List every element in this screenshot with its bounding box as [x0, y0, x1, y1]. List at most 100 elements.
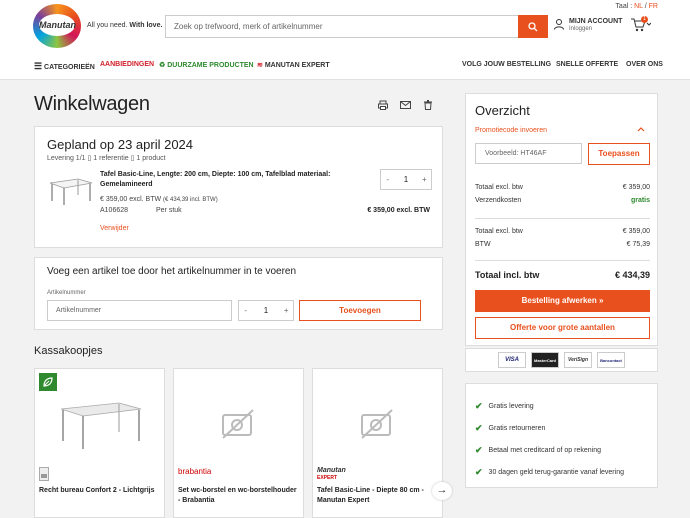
remove-link[interactable]: Verwijder — [100, 225, 129, 232]
account-login: Inloggen — [569, 26, 593, 32]
print-icon[interactable] — [378, 100, 388, 110]
checkout-button[interactable]: Bestelling afwerken » — [475, 290, 650, 312]
cash-deals-title: Kassakoopjes — [34, 345, 103, 357]
verisign-logo: VeriSign — [564, 352, 592, 368]
trash-icon[interactable] — [423, 100, 433, 110]
language-switcher: Taal : NL / FR — [615, 3, 658, 10]
nav-categories[interactable]: ☰ CATEGORIEËN — [34, 61, 95, 72]
cash-deal-item[interactable]: Manutan EXPERT Tafel Basic-Line - Diepte… — [312, 368, 443, 518]
nav-about[interactable]: OVER ONS — [626, 61, 663, 68]
visa-logo: VISA — [498, 352, 526, 368]
cart-button[interactable]: 1 — [631, 16, 652, 34]
account-link[interactable]: MIJN ACCOUNT Inloggen — [553, 18, 622, 32]
summary-row-value: gratis — [630, 197, 650, 204]
usp-item: ✔ 30 dagen geld terug-garantie vanaf leve… — [475, 467, 624, 478]
nav-sustainable[interactable]: ♻ DUURZAME PRODUCTEN — [159, 61, 254, 69]
summary-row-label: BTW — [475, 241, 491, 248]
language-nl-link[interactable]: NL — [634, 3, 643, 10]
total-label: Totaal incl. btw — [475, 270, 540, 280]
usp-text: Gratis retourneren — [488, 425, 546, 432]
quantity-stepper: - 1 + — [380, 169, 432, 190]
language-fr-link[interactable]: FR — [649, 3, 658, 10]
cash-deal-name: Set wc-borstel en wc-borstelhouder - Bra… — [178, 487, 297, 504]
nav-track-order[interactable]: VOLG JOUW BESTELLING — [462, 61, 551, 68]
brand-placeholder-icon — [39, 467, 49, 481]
nav-expert[interactable]: ≋ MANUTAN EXPERT — [257, 61, 330, 69]
product-price: € 359,00 excl. BTW (€ 434,39 incl. BTW) — [100, 196, 218, 203]
cash-deal-item[interactable]: Recht bureau Confort 2 - Lichtgrijs — [34, 368, 165, 518]
search-icon — [528, 21, 538, 31]
brand-manutan-expert-logo: Manutan EXPERT — [317, 467, 346, 481]
add-quantity-value[interactable]: 1 — [253, 306, 280, 315]
manutan-logo[interactable]: Manutan — [33, 4, 81, 48]
no-image-icon — [222, 409, 254, 439]
menu-icon: ☰ — [34, 61, 43, 71]
summary-row: Verzendkosten gratis — [475, 197, 650, 204]
product-unit: Per stuk — [156, 207, 182, 214]
cart-toolbar — [378, 100, 433, 110]
expert-logo-icon: ≋ — [257, 62, 263, 69]
nav-offers[interactable]: AANBIEDINGEN — [100, 61, 154, 68]
chevron-up-icon[interactable] — [637, 126, 645, 132]
quantity-minus-button[interactable]: - — [381, 175, 394, 184]
cart-count-badge: 1 — [641, 16, 648, 23]
total-value: € 434,39 — [614, 270, 650, 280]
summary-total: Totaal incl. btw € 434,39 — [475, 270, 650, 280]
add-quantity-minus-button[interactable]: - — [239, 306, 253, 315]
usp-item: ✔ Gratis levering — [475, 401, 534, 412]
promo-code-toggle[interactable]: Promotiecode invoeren — [475, 127, 547, 134]
summary-row: BTW € 75,39 — [475, 241, 650, 248]
order-summary: Overzicht Promotiecode invoeren Voorbeel… — [465, 93, 658, 346]
summary-title: Overzicht — [475, 103, 530, 118]
check-icon: ✔ — [475, 445, 483, 455]
search-input[interactable] — [166, 16, 516, 37]
page-title: Winkelwagen — [34, 93, 150, 115]
search-button[interactable] — [518, 15, 548, 38]
summary-row: Totaal excl. btw € 359,00 — [475, 228, 650, 235]
product-name[interactable]: Tafel Basic-Line, Lengte: 200 cm, Diepte… — [100, 170, 360, 190]
product-price-incl: (€ 434,39 incl. BTW) — [163, 197, 218, 203]
mastercard-logo: MasterCard — [531, 352, 559, 368]
usp-text: Betaal met creditcard of op rekening — [488, 447, 601, 454]
cash-deal-item[interactable]: brabantia Set wc-borstel en wc-borstelho… — [173, 368, 304, 518]
delivery-title: Gepland op 23 april 2024 — [47, 137, 194, 152]
summary-row-value: € 75,39 — [626, 241, 650, 248]
quantity-value[interactable]: 1 — [394, 175, 417, 184]
nav-quick-quote[interactable]: SNELLE OFFERTE — [556, 61, 618, 68]
nav-expert-label: MANUTAN EXPERT — [264, 62, 330, 69]
top-header: Taal : NL / FR Manutan All you need. Wit… — [0, 0, 690, 80]
account-label: MIJN ACCOUNT — [569, 18, 623, 25]
quantity-plus-button[interactable]: + — [418, 175, 431, 184]
article-number-input[interactable]: Artikelnummer — [47, 300, 232, 321]
bancontact-logo: Bancontact — [597, 352, 625, 368]
brand-brabantia-logo: brabantia — [178, 467, 212, 476]
line-total: € 359,00 excl. BTW — [367, 207, 430, 214]
desk-product-image — [60, 402, 142, 449]
table-product-image[interactable] — [48, 175, 94, 207]
check-icon: ✔ — [475, 423, 483, 433]
bulk-quote-button[interactable]: Offerte voor grote aantallen — [475, 317, 650, 339]
mail-icon[interactable] — [400, 100, 411, 110]
divider — [475, 260, 650, 261]
cash-deal-name: Recht bureau Confort 2 - Lichtgrijs — [39, 487, 155, 494]
main-nav: ☰ CATEGORIEËN AANBIEDINGEN ♻ DUURZAME PR… — [0, 54, 690, 78]
check-icon: ✔ — [475, 401, 483, 411]
brand-expert-text: EXPERT — [317, 475, 338, 481]
tagline-normal: All you need. — [87, 22, 130, 29]
add-quantity-plus-button[interactable]: + — [280, 306, 294, 315]
carousel-next-button[interactable]: → — [432, 482, 452, 500]
usp-text: 30 dagen geld terug-garantie vanaf lever… — [488, 469, 624, 476]
add-article-button[interactable]: Toevoegen — [299, 300, 421, 321]
summary-row-value: € 359,00 — [622, 184, 650, 191]
language-label: Taal : — [615, 3, 635, 10]
cash-deal-name: Tafel Basic-Line - Diepte 80 cm - Manuta… — [317, 487, 424, 504]
usp-item: ✔ Betaal met creditcard of op rekening — [475, 445, 601, 456]
search-bar — [165, 15, 548, 38]
leaf-icon: ♻ — [159, 62, 166, 69]
nav-sustainable-label: DUURZAME PRODUCTEN — [167, 62, 254, 69]
divider — [475, 218, 650, 219]
summary-row: Totaal excl. btw € 359,00 — [475, 184, 650, 191]
apply-promo-button[interactable]: Toepassen — [588, 143, 650, 165]
logo-text: Manutan — [39, 14, 76, 36]
promo-code-input[interactable]: Voorbeeld: HT46AF — [475, 143, 582, 164]
